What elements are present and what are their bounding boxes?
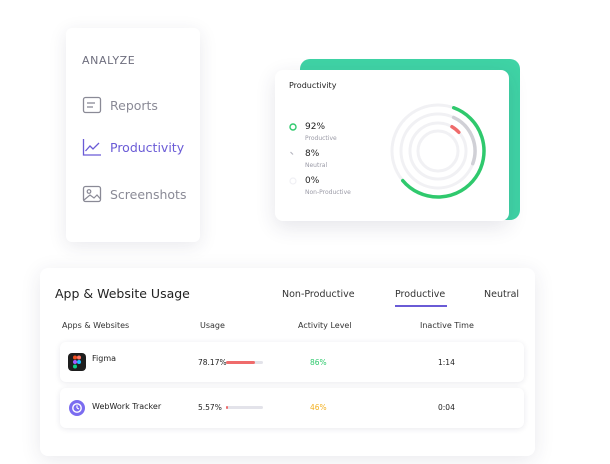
column-header-usage: Usage (200, 321, 225, 330)
table-row[interactable]: WebWork Tracker 5.57% 46% 0:04 (60, 388, 524, 428)
column-header-activity: Activity Level (298, 321, 352, 330)
stat-value: 0% (305, 176, 320, 186)
stat-label: Neutral (305, 162, 328, 169)
stat-value: 92% (305, 122, 326, 132)
tab-neutral[interactable]: Neutral (484, 289, 519, 300)
tab-productive[interactable]: Productive (395, 289, 445, 300)
stat-productive: 92% Productive (289, 122, 337, 142)
app-name: WebWork Tracker (92, 402, 162, 411)
usage-bar-fill (226, 406, 229, 409)
tab-non-productive[interactable]: Non-Productive (282, 289, 355, 300)
activity-level: 46% (310, 403, 327, 412)
sidebar-heading: ANALYZE (82, 54, 136, 67)
webwork-tracker-icon (68, 399, 86, 417)
analyze-sidebar-card: ANALYZE Reports Productivity Screenshots (66, 28, 200, 242)
usage-bar (226, 361, 263, 364)
image-icon (82, 184, 102, 204)
ring-track (416, 129, 460, 173)
usage-value: 5.57% (198, 403, 222, 412)
productive-ring-icon (289, 123, 297, 131)
column-header-inactive: Inactive Time (420, 321, 474, 330)
app-name: Figma (92, 354, 117, 363)
table-row[interactable]: Figma 78.17% 86% 1:14 (60, 342, 524, 382)
active-tab-indicator (395, 305, 447, 307)
usage-value: 78.17% (198, 358, 227, 367)
figma-icon (68, 353, 86, 371)
inactive-time: 1:14 (438, 358, 455, 367)
activity-level: 86% (310, 358, 327, 367)
stat-label: Productive (305, 135, 337, 142)
productivity-card-title: Productivity (289, 81, 337, 90)
inactive-time: 0:04 (438, 403, 455, 412)
productivity-card: Productivity 92% Productive 8% Neutral 0… (275, 70, 509, 221)
sidebar-item-label: Reports (110, 97, 158, 113)
productivity-rings (390, 103, 486, 199)
non-productive-ring-icon (289, 177, 297, 185)
non-productive-arc (450, 125, 461, 135)
sidebar-item-reports[interactable]: Reports (82, 94, 158, 116)
neutral-ring-icon (289, 150, 297, 158)
stat-label: Non-Productive (305, 189, 351, 196)
sidebar-item-screenshots[interactable]: Screenshots (82, 183, 186, 205)
stat-value: 8% (305, 149, 320, 159)
sidebar-item-label: Screenshots (110, 186, 187, 202)
line-chart-icon (82, 137, 102, 157)
stat-neutral: 8% Neutral (289, 149, 327, 169)
usage-bar-fill (226, 361, 255, 364)
column-header-apps: Apps & Websites (62, 321, 130, 330)
sidebar-item-label: Productivity (110, 139, 185, 155)
stat-non-productive: 0% Non-Productive (289, 176, 351, 196)
app-website-usage-card: App & Website Usage Non-Productive Produ… (40, 268, 535, 456)
usage-title: App & Website Usage (55, 286, 190, 301)
usage-bar (226, 406, 263, 409)
report-icon (82, 95, 102, 115)
sidebar-item-productivity[interactable]: Productivity (82, 136, 184, 158)
